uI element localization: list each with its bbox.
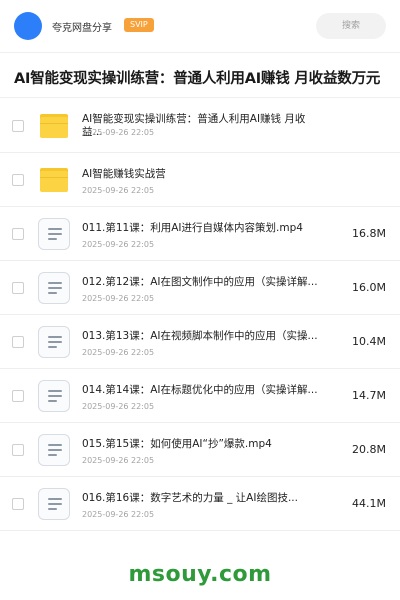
header: 夸克网盘分享 SVIP 搜索 bbox=[0, 0, 400, 52]
page-title: AI智能变现实操训练营：普通人利用AI赚钱 月收益数万元 bbox=[14, 71, 381, 87]
document-icon bbox=[38, 271, 70, 304]
title-bar: AI智能变现实操训练营：普通人利用AI赚钱 月收益数万元 bbox=[0, 52, 400, 98]
item-date: 2025-09-26 22:05 bbox=[82, 186, 155, 195]
item-name: 016.第16课：数字艺术的力量 _ 让AI绘图技... bbox=[82, 492, 298, 504]
item-size: 14.7M bbox=[352, 388, 386, 402]
item-name: 015.第15课：如何使用AI“抄”爆款.mp4 bbox=[82, 438, 272, 450]
item-name: 012.第12课：AI在图文制作中的应用（实操详解... bbox=[82, 276, 318, 288]
list-item[interactable]: AI智能赚钱实战营 2025-09-26 22:05 bbox=[0, 153, 400, 207]
file-list: AI智能变现实操训练营：普通人利用AI赚钱 月收益... 2025-09-26 … bbox=[0, 99, 400, 531]
svip-badge: SVIP bbox=[124, 18, 154, 32]
select-checkbox[interactable] bbox=[12, 281, 24, 294]
select-checkbox[interactable] bbox=[12, 497, 24, 510]
list-item[interactable]: 014.第14课：AI在标题优化中的应用（实操详解... 2025-09-26 … bbox=[0, 369, 400, 423]
folder-icon bbox=[40, 113, 68, 138]
item-size: 16.8M bbox=[352, 226, 386, 240]
select-checkbox[interactable] bbox=[12, 443, 24, 456]
document-icon bbox=[38, 487, 70, 520]
item-date: 2025-09-26 22:05 bbox=[82, 128, 155, 137]
select-checkbox[interactable] bbox=[12, 119, 24, 132]
item-name: AI智能赚钱实战营 bbox=[82, 168, 166, 180]
item-date: 2025-09-26 22:05 bbox=[82, 240, 155, 249]
list-item[interactable]: 012.第12课：AI在图文制作中的应用（实操详解... 2025-09-26 … bbox=[0, 261, 400, 315]
document-icon bbox=[38, 217, 70, 250]
list-item[interactable]: 015.第15课：如何使用AI“抄”爆款.mp4 2025-09-26 22:0… bbox=[0, 423, 400, 477]
item-size: 10.4M bbox=[352, 334, 386, 348]
item-size: 16.0M bbox=[352, 280, 386, 294]
select-checkbox[interactable] bbox=[12, 173, 24, 186]
document-icon bbox=[38, 325, 70, 358]
select-checkbox[interactable] bbox=[12, 227, 24, 240]
list-item[interactable]: AI智能变现实操训练营：普通人利用AI赚钱 月收益... 2025-09-26 … bbox=[0, 99, 400, 153]
item-date: 2025-09-26 22:05 bbox=[82, 510, 155, 519]
list-item[interactable]: 013.第13课：AI在视频脚本制作中的应用（实操... 2025-09-26 … bbox=[0, 315, 400, 369]
item-name: 011.第11课：利用AI进行自媒体内容策划.mp4 bbox=[82, 222, 303, 234]
app-name: 夸克网盘分享 bbox=[52, 23, 112, 34]
document-icon bbox=[38, 379, 70, 412]
item-date: 2025-09-26 22:05 bbox=[82, 402, 155, 411]
item-size: 20.8M bbox=[352, 442, 386, 456]
search-input[interactable]: 搜索 bbox=[316, 13, 386, 39]
item-size: 44.1M bbox=[352, 496, 386, 510]
select-checkbox[interactable] bbox=[12, 335, 24, 348]
item-name: 014.第14课：AI在标题优化中的应用（实操详解... bbox=[82, 384, 318, 396]
list-item[interactable]: 011.第11课：利用AI进行自媒体内容策划.mp4 2025-09-26 22… bbox=[0, 207, 400, 261]
item-date: 2025-09-26 22:05 bbox=[82, 456, 155, 465]
item-date: 2025-09-26 22:05 bbox=[82, 294, 155, 303]
avatar[interactable] bbox=[14, 12, 42, 40]
item-name: 013.第13课：AI在视频脚本制作中的应用（实操... bbox=[82, 330, 318, 342]
document-icon bbox=[38, 433, 70, 466]
watermark: msouy.com bbox=[128, 562, 272, 587]
item-date: 2025-09-26 22:05 bbox=[82, 348, 155, 357]
select-checkbox[interactable] bbox=[12, 389, 24, 402]
folder-icon bbox=[40, 167, 68, 192]
list-item[interactable]: 016.第16课：数字艺术的力量 _ 让AI绘图技... 2025-09-26 … bbox=[0, 477, 400, 531]
